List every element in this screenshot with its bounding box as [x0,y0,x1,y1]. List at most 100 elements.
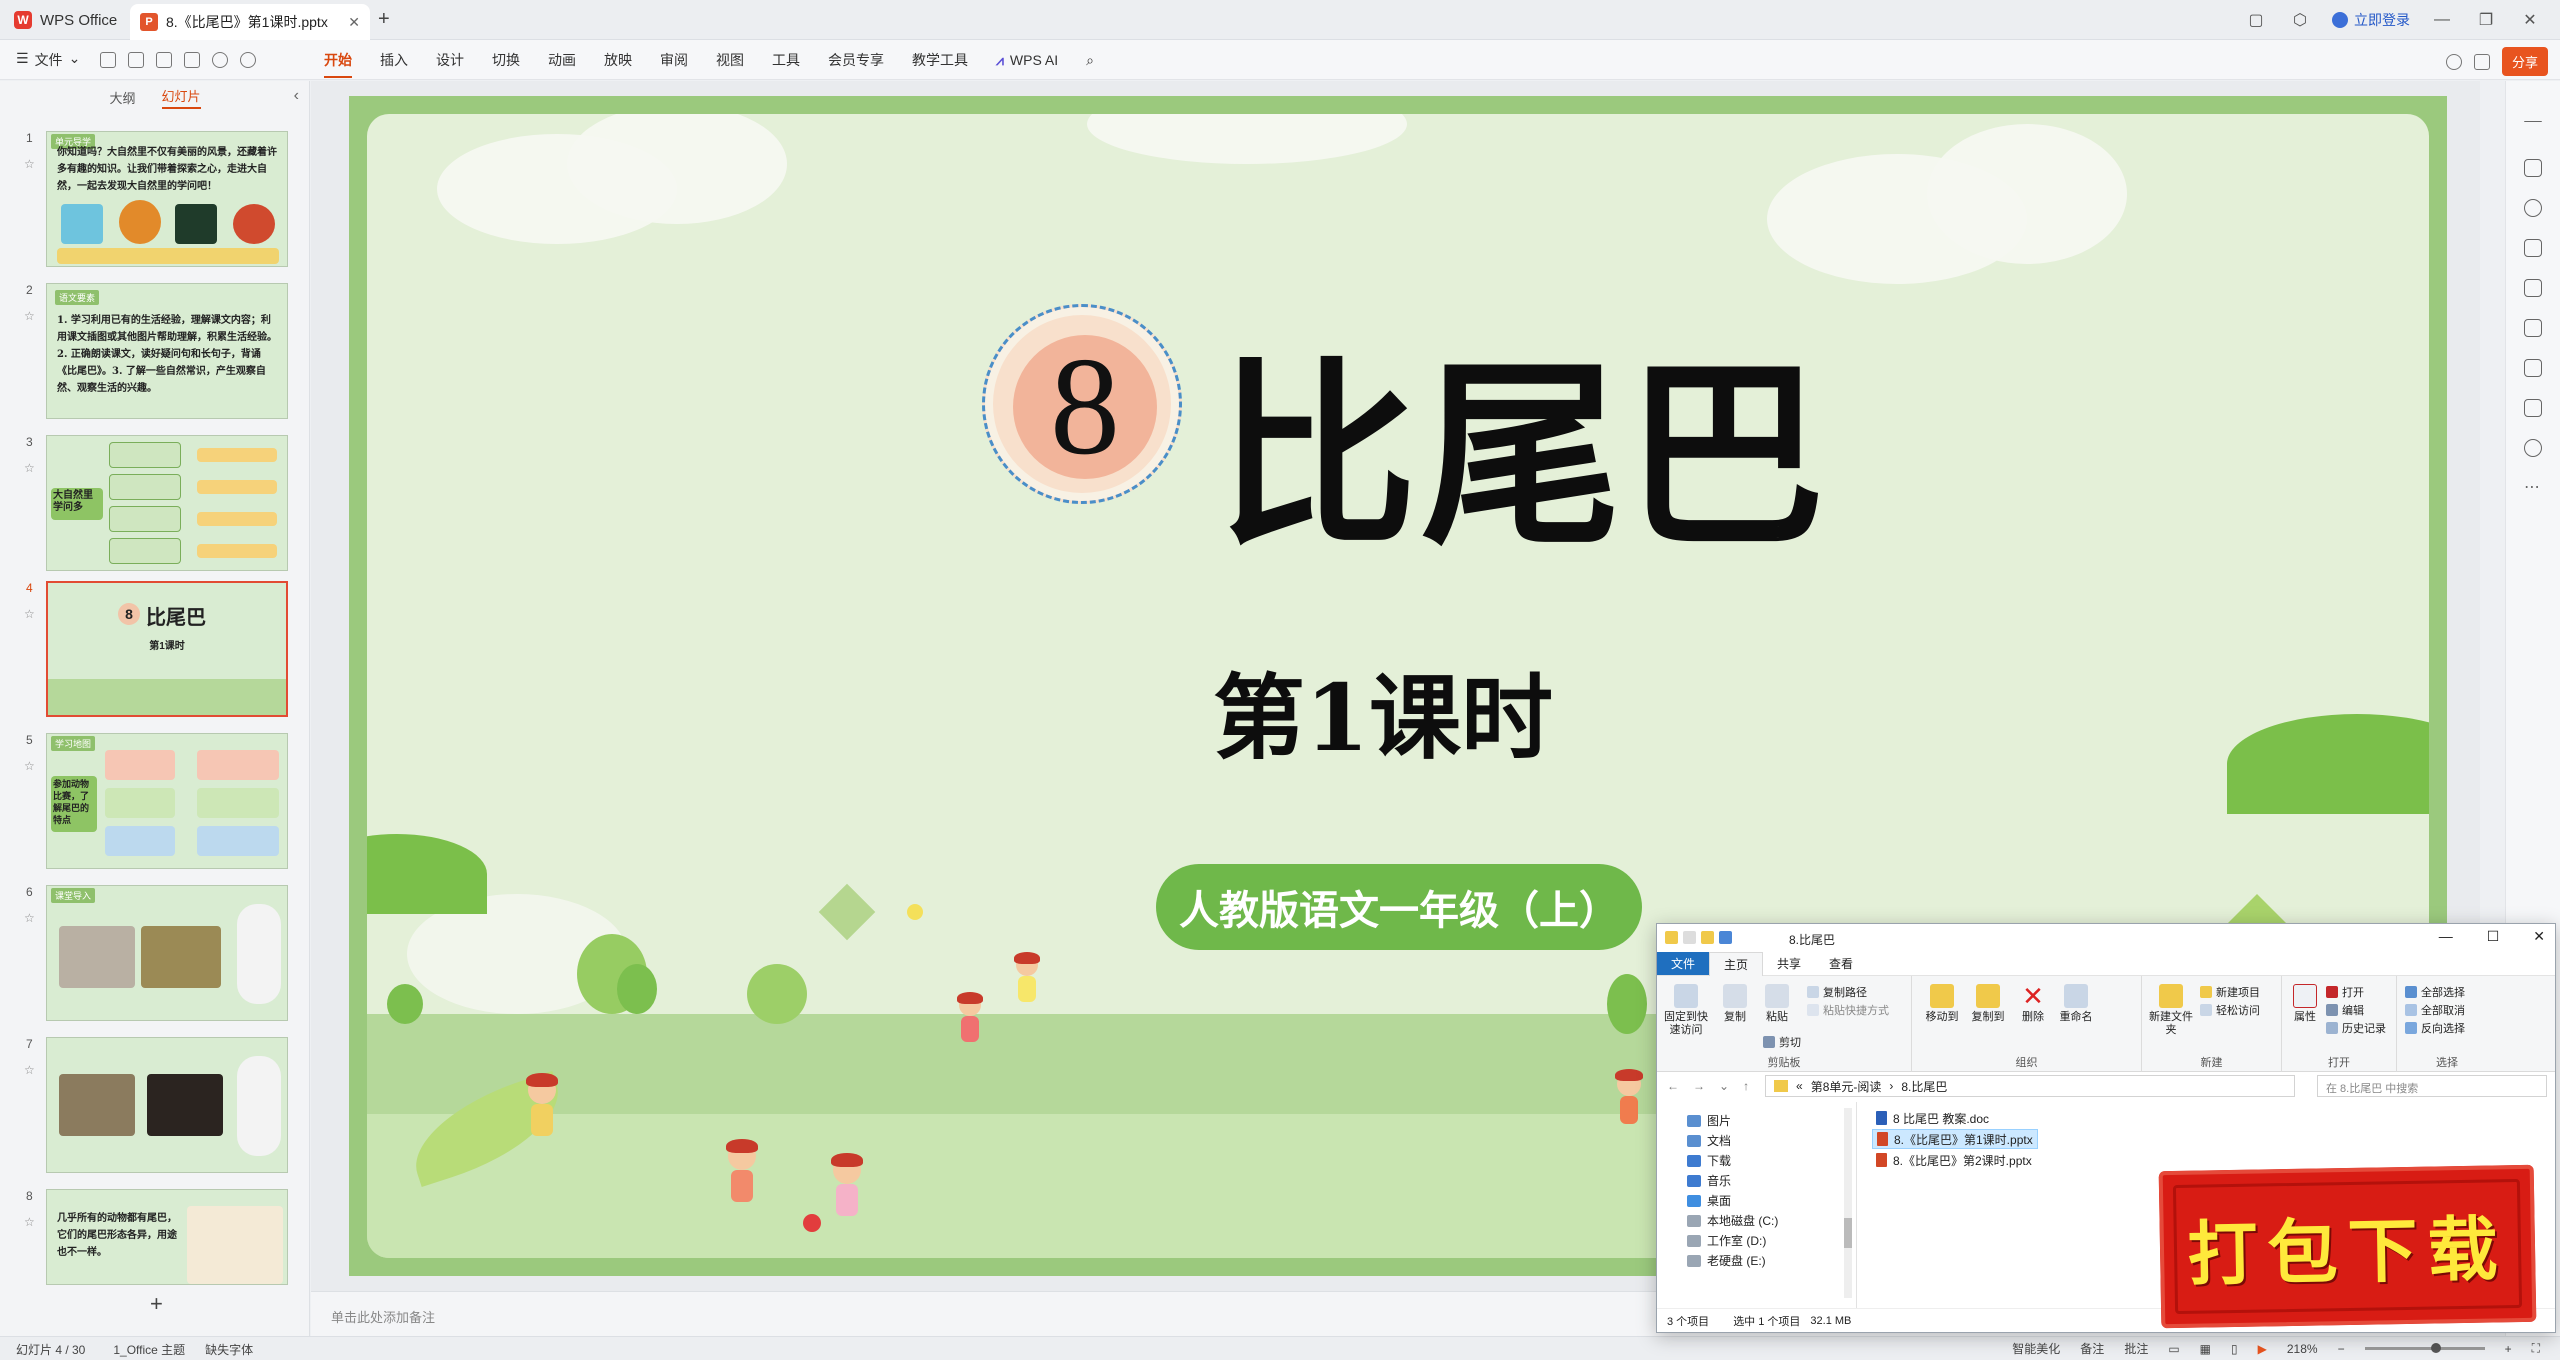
minimize-button[interactable]: — [2439,928,2453,945]
paste-shortcut-button[interactable]: 粘贴快捷方式 [1807,1002,1889,1018]
tab-outline[interactable]: 大纲 [109,88,135,107]
copy-path-button[interactable]: 复制路径 [1807,984,1867,1000]
comments-toggle[interactable]: 批注 [2124,1340,2148,1357]
invert-selection-button[interactable]: 反向选择 [2405,1020,2465,1036]
ribbon-tab-view[interactable]: 查看 [1815,952,1867,975]
ribbon-tab[interactable]: 教学工具 [912,50,968,70]
add-slide-button[interactable]: + [150,1291,163,1317]
slide-thumbnail-selected[interactable]: 8 比尾巴 第1课时 [46,581,288,717]
wps-ai-button[interactable]: ⩘ WPS AI [996,52,1058,69]
ribbon-tab-file[interactable]: 文件 [1657,952,1710,975]
minus-icon[interactable] [2524,121,2542,123]
help-icon[interactable] [2524,439,2542,457]
close-window-button[interactable]: ✕ [2518,10,2542,30]
download-stamp-button[interactable]: 打包下载 [2158,1164,2537,1329]
layout-icon[interactable]: ▢ [2244,10,2268,30]
easy-access-button[interactable]: 轻松访问 [2200,1002,2260,1018]
star-icon[interactable]: ☆ [24,759,35,773]
grid-view-icon[interactable]: ▦ [2200,1342,2211,1356]
star-icon[interactable]: ☆ [24,309,35,323]
undo-icon[interactable] [212,52,228,68]
chart-icon[interactable] [2524,399,2542,417]
back-icon[interactable]: ← [1667,1079,1679,1093]
delete-button[interactable]: ✕ 删除 [2016,983,2050,1024]
more-icon[interactable]: ⋯ [2524,477,2540,497]
scrollbar[interactable] [1844,1108,1852,1298]
ribbon-tab-home[interactable]: 主页 [1709,951,1764,976]
rename-button[interactable]: 重命名 [2054,984,2098,1024]
document-tab[interactable]: P 8.《比尾巴》第1课时.pptx ✕ [130,4,370,40]
tree-item[interactable]: 图片 [1687,1112,1731,1129]
notes-toggle[interactable]: 备注 [2080,1340,2104,1357]
slide-thumbnail[interactable]: 几乎所有的动物都有尾巴，它们的尾巴形态各异，用途也不一样。 [46,1189,288,1285]
edit-button[interactable]: 编辑 [2326,1002,2364,1018]
cloud-sync-icon[interactable] [2445,53,2462,70]
login-button[interactable]: 立即登录 [2332,10,2410,30]
slide-thumbnail[interactable]: 学习地图 参加动物比赛，了解尾巴的特点 [46,733,288,869]
star-icon[interactable]: ☆ [24,1063,35,1077]
app-home-tab[interactable]: W WPS Office [14,8,117,32]
pin-quick-access-button[interactable]: 固定到快速访问 [1661,984,1711,1037]
save-icon[interactable] [100,52,116,68]
open-button[interactable]: 打开 [2326,984,2364,1000]
star-icon[interactable]: ☆ [24,461,35,475]
play-icon[interactable]: ▶ [2258,1342,2267,1356]
ribbon-tab[interactable]: 设计 [436,50,464,70]
adjust-icon[interactable] [2524,159,2542,177]
tree-item[interactable]: 下载 [1687,1152,1731,1169]
star-icon[interactable]: ☆ [24,157,35,171]
slide-thumbnail[interactable]: 单元导学 你知道吗？大自然里不仅有美丽的风景，还藏着许多有趣的知识。让我们带着探… [46,131,288,267]
history-button[interactable]: 历史记录 [2326,1020,2386,1036]
select-none-button[interactable]: 全部取消 [2405,1002,2465,1018]
file-row[interactable]: 8.《比尾巴》第1课时.pptx [1872,1129,2038,1149]
breadcrumb-segment[interactable]: 8.比尾巴 [1901,1078,1947,1095]
cut-button[interactable]: 剪切 [1763,1034,1801,1050]
navigation-tree[interactable]: 图片 文档 下载 音乐 桌面 本地磁盘 (C:) 工作室 (D:) 老硬盘 (E:) [1657,1102,1857,1308]
ribbon-tab[interactable]: 会员专享 [828,50,884,70]
cube-icon[interactable]: ⬡ [2288,10,2312,30]
star-icon[interactable]: ☆ [24,607,35,621]
copy-icon[interactable] [2524,239,2542,257]
slide-thumbnail[interactable]: 语文要素 1. 学习利用已有的生活经验，理解课文内容；利用课文插图或其他图片帮助… [46,283,288,419]
collab-icon[interactable] [2473,53,2490,70]
image-icon[interactable] [2524,279,2542,297]
forward-icon[interactable]: → [1693,1079,1705,1093]
search-input[interactable]: 在 8.比尾巴 中搜索 [2317,1075,2547,1097]
properties-button[interactable]: 属性 [2288,984,2322,1024]
restore-button[interactable]: ❐ [2474,10,2498,30]
smart-beautify-button[interactable]: 智能美化 [2012,1340,2060,1357]
undo-icon[interactable] [1719,931,1732,944]
address-bar[interactable]: « 第8单元-阅读 › 8.比尾巴 [1765,1075,2295,1097]
ribbon-tab[interactable]: 放映 [604,50,632,70]
slide-subtitle[interactable]: 第1课时 [367,644,2429,777]
preview-icon[interactable] [184,52,200,68]
new-folder-button[interactable]: 新建文件夹 [2148,984,2194,1037]
maximize-button[interactable]: ☐ [2487,928,2500,945]
ribbon-tab-share[interactable]: 共享 [1763,952,1815,975]
ribbon-tab[interactable]: 切换 [492,50,520,70]
paste-button[interactable]: 粘贴 [1759,984,1795,1024]
slide-thumbnail[interactable]: 课堂导入 [46,885,288,1021]
ribbon-tab[interactable]: 插入 [380,50,408,70]
chevron-down-icon[interactable]: ⌄ [1719,1079,1729,1093]
scrollbar-thumb[interactable] [1844,1218,1852,1248]
redo-icon[interactable] [240,52,256,68]
file-row[interactable]: 8.《比尾巴》第2课时.pptx [1872,1150,2036,1170]
tree-item[interactable]: 桌面 [1687,1192,1731,1209]
collapse-panel-icon[interactable]: ‹ [294,87,299,105]
slide-thumbnail[interactable] [46,1037,288,1173]
textbook-pill[interactable]: 人教版语文一年级（上） [1156,864,1642,950]
slide-title[interactable]: 比尾巴 [1217,294,1829,584]
reading-view-icon[interactable]: ▯ [2231,1342,2238,1356]
print-icon[interactable] [156,52,172,68]
magic-icon[interactable] [2524,319,2542,337]
new-item-button[interactable]: 新建项目 [2200,984,2260,1000]
tree-item[interactable]: 老硬盘 (E:) [1687,1252,1766,1269]
search-icon[interactable]: ⌕ [1086,52,1094,69]
zoom-in-icon[interactable]: + [2505,1342,2512,1356]
explorer-title-bar[interactable]: 8.比尾巴 — ☐ ✕ [1657,924,2555,952]
share-button[interactable]: 分享 [2501,47,2548,76]
export-icon[interactable] [128,52,144,68]
star-icon[interactable]: ☆ [24,911,35,925]
tree-item[interactable]: 工作室 (D:) [1687,1232,1766,1249]
